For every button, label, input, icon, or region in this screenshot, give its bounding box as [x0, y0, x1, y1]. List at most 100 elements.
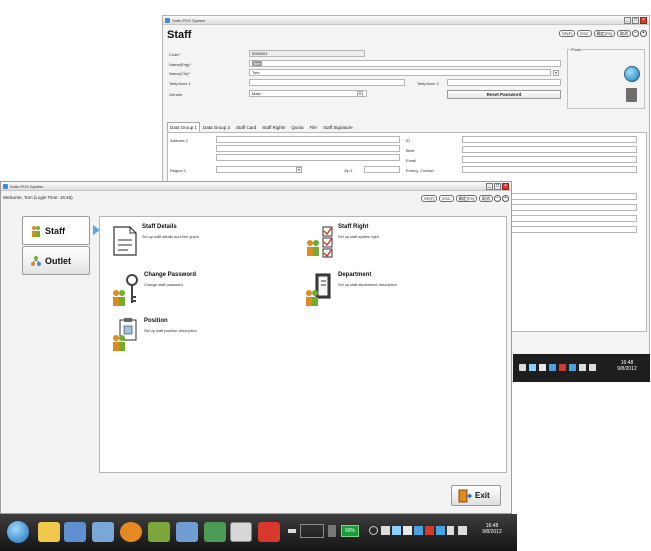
address1-line2-field[interactable] — [216, 145, 400, 152]
file-icon[interactable] — [626, 88, 637, 102]
flag-icon[interactable] — [569, 364, 576, 371]
presentation-icon[interactable] — [258, 522, 280, 542]
front-window-titlebar: Sotto POS System _ □ × — [1, 182, 511, 191]
sp-pill[interactable]: SP(F) — [558, 30, 576, 37]
esc-pill[interactable]: ESC — [439, 195, 454, 202]
region1-dropdown-icon[interactable]: ▾ — [296, 167, 302, 173]
region1-select[interactable] — [216, 166, 302, 173]
plus-circle-icon[interactable]: + — [502, 195, 509, 202]
birth-field[interactable] — [462, 146, 637, 153]
tab-data-group-2[interactable]: Data Group 2 — [200, 122, 233, 132]
confirm-pill[interactable]: 确定(F9) — [455, 195, 477, 202]
tray-speaker-icon[interactable] — [403, 526, 412, 535]
tray-flag-icon[interactable] — [436, 526, 445, 535]
id-label: ID — [406, 138, 410, 143]
tab-file[interactable]: File — [307, 122, 320, 132]
minimize-button[interactable]: _ — [486, 183, 493, 190]
minus-circle-icon[interactable]: − — [494, 195, 501, 202]
speaker-icon[interactable] — [539, 364, 546, 371]
battery-indicator[interactable]: 99% — [341, 525, 360, 537]
power-icon[interactable] — [579, 364, 586, 371]
name-chi-dropdown-icon[interactable]: ▾ — [553, 70, 559, 76]
code-label: Code* — [169, 52, 181, 57]
close-button[interactable]: × — [502, 183, 509, 190]
start-button[interactable] — [7, 521, 29, 543]
plus-circle-icon[interactable]: + — [640, 30, 647, 37]
browser-icon[interactable] — [120, 522, 142, 542]
taskbar-clock[interactable]: 16:48 9/8/2012 — [472, 523, 512, 535]
gender-dropdown-icon[interactable]: ▾ — [357, 91, 363, 97]
signal-icon[interactable] — [589, 364, 596, 371]
close-button[interactable]: × — [640, 17, 647, 24]
control-panel-icon[interactable] — [176, 522, 198, 542]
document-icon — [113, 226, 137, 256]
tab-data-group-1[interactable]: Data Group 1 — [167, 122, 201, 132]
menu-item-department[interactable]: Department Set up staff department descr… — [300, 270, 475, 308]
confirm-pill[interactable]: 确定(F9) — [593, 30, 615, 37]
front-window-controls: _ □ × — [486, 183, 509, 190]
nav-staff-button[interactable]: Staff — [22, 216, 90, 245]
tray-monitor-icon[interactable] — [392, 526, 401, 535]
region1-label: Region 1 — [170, 168, 187, 173]
globe-icon[interactable] — [624, 66, 640, 82]
code-field[interactable]: 0000001 — [249, 50, 365, 57]
monitor-icon[interactable] — [529, 364, 536, 371]
media-player-icon[interactable] — [64, 522, 86, 542]
tray-network-icon[interactable] — [381, 526, 390, 535]
menu-item-change-password[interactable]: Change Password Change staff password — [106, 270, 281, 308]
network-icon[interactable] — [519, 364, 526, 371]
staff-details-desc: Set up staff details and free quota — [142, 235, 199, 239]
esc-pill[interactable]: ESC — [577, 30, 592, 37]
address1-line3-field[interactable] — [216, 154, 400, 161]
cancel-pill[interactable]: 取消 — [479, 195, 493, 202]
id-field[interactable] — [462, 136, 637, 143]
department-desc: Set up staff department description — [338, 283, 397, 287]
menu-item-staff-right[interactable]: Staff Right Set up staff system right — [300, 222, 475, 260]
cancel-pill[interactable]: 取消 — [617, 30, 631, 37]
gender-label: Gender — [169, 92, 183, 97]
network-app-icon[interactable] — [148, 522, 170, 542]
notes-icon[interactable] — [559, 364, 566, 371]
zip1-field[interactable] — [364, 166, 400, 173]
keyboard-icon[interactable] — [288, 529, 296, 533]
tab-quota[interactable]: Quota — [288, 122, 306, 132]
gender-select[interactable]: Male — [249, 90, 367, 97]
maximize-button[interactable]: □ — [632, 17, 639, 24]
tray-power-icon[interactable] — [447, 526, 454, 535]
menu-item-staff-details[interactable]: Staff Details Set up staff details and f… — [106, 222, 281, 260]
reset-password-button[interactable]: Reset Password — [447, 90, 561, 99]
spreadsheet-icon[interactable] — [204, 522, 226, 542]
exit-button[interactable]: Exit — [451, 485, 501, 506]
tab-staff-signature[interactable]: Staff Signature — [320, 122, 356, 132]
wifi-icon[interactable] — [328, 525, 336, 537]
telephone2-field[interactable] — [447, 79, 561, 86]
telephone1-field[interactable] — [249, 79, 405, 86]
photo-label: Photo — [570, 47, 583, 52]
tray-signal-icon[interactable] — [458, 526, 467, 535]
sync-icon[interactable] — [369, 526, 378, 535]
sp-pill[interactable]: SP(F) — [420, 195, 438, 202]
tool-icon[interactable] — [92, 522, 114, 542]
photo-group: Photo — [567, 47, 645, 109]
minimize-button[interactable]: _ — [624, 17, 631, 24]
tab-staff-rights[interactable]: Staff Rights — [259, 122, 288, 132]
signal-strength-icon[interactable] — [300, 524, 324, 538]
back-toolbar-pills: SP(F) ESC 确定(F9) 取消 — [558, 30, 631, 37]
address1-line1-field[interactable] — [216, 136, 400, 143]
tray-notes-icon[interactable] — [425, 526, 434, 535]
explorer-icon[interactable] — [38, 522, 60, 542]
bluetooth-icon[interactable] — [549, 364, 556, 371]
tray-bluetooth-icon[interactable] — [414, 526, 423, 535]
nav-outlet-label: Outlet — [45, 255, 71, 266]
name-eng-field[interactable]: Tom — [249, 60, 561, 67]
pos-app-icon[interactable] — [230, 522, 252, 542]
name-chi-field[interactable]: Tom — [249, 69, 551, 76]
change-password-title: Change Password — [144, 272, 197, 278]
tab-staff-card[interactable]: Staff Card — [233, 122, 259, 132]
maximize-button[interactable]: □ — [494, 183, 501, 190]
nav-outlet-button[interactable]: Outlet — [22, 246, 90, 275]
minus-circle-icon[interactable]: − — [632, 30, 639, 37]
email-field[interactable] — [462, 156, 637, 163]
emerg-contact-field[interactable] — [462, 166, 637, 173]
menu-item-position[interactable]: Position Set up staff position descripti… — [106, 316, 281, 354]
